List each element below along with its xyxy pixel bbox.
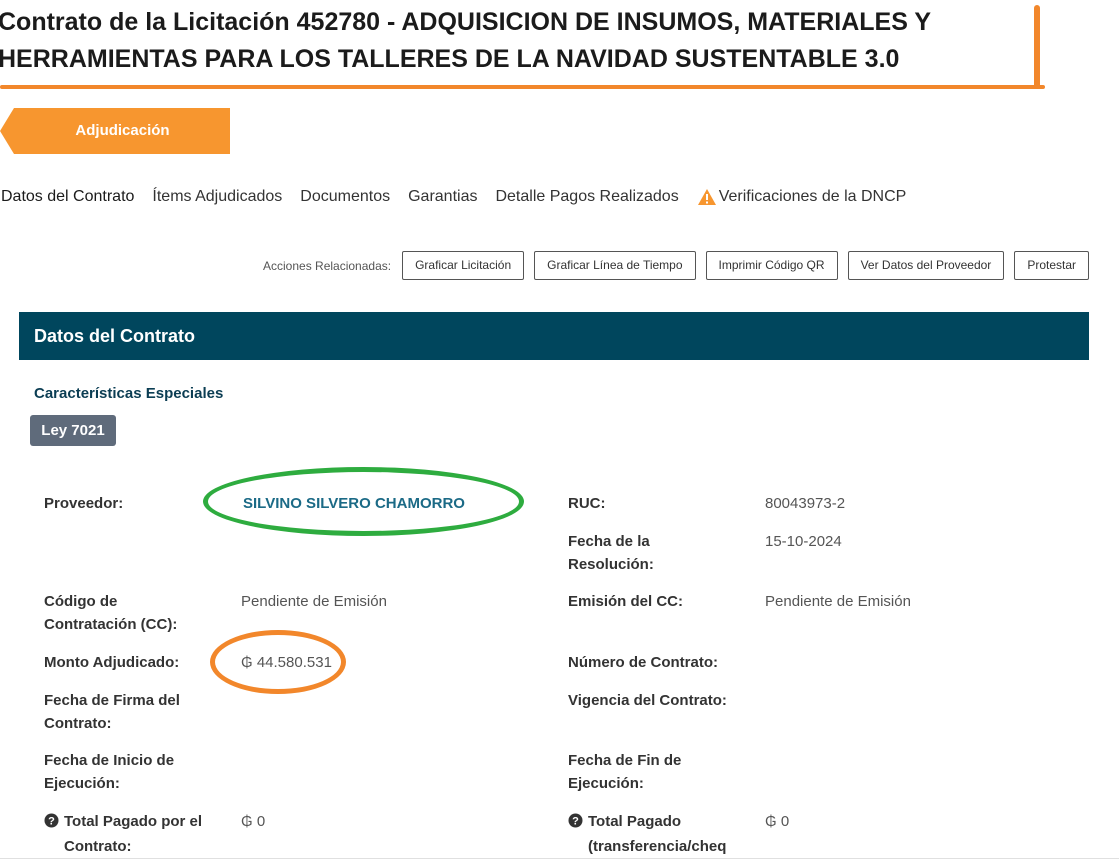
proveedor-label: Proveedor:	[44, 495, 124, 512]
monto-label: Monto Adjudicado:	[44, 654, 180, 671]
section-header: Datos del Contrato	[19, 312, 1089, 360]
fecha-resolucion-value: 15-10-2024	[765, 533, 842, 550]
fecha-fin-label: Fecha de Fin de Ejecución:	[568, 752, 682, 792]
tab-verificaciones-dncp[interactable]: Verificaciones de la DNCP	[697, 188, 907, 206]
svg-text:?: ?	[48, 816, 55, 828]
related-actions: Acciones Relacionadas: Graficar Licitaci…	[263, 251, 1089, 280]
tab-datos-contrato[interactable]: Datos del Contrato	[1, 188, 134, 206]
annotation-circle-green	[203, 467, 524, 536]
total-transferencia-label: ? Total Pagado (transferencia/cheq	[568, 810, 726, 858]
related-actions-label: Acciones Relacionadas:	[263, 258, 392, 273]
page-title-line-2: HERRAMIENTAS PARA LOS TALLERES DE LA NAV…	[0, 45, 900, 73]
emision-cc-label: Emisión del CC:	[568, 593, 684, 610]
vigencia-label: Vigencia del Contrato:	[568, 692, 727, 709]
bottom-divider	[0, 858, 1119, 859]
stage-tab-label: Adjudicación	[75, 122, 170, 139]
graficar-licitacion-button[interactable]: Graficar Licitación	[402, 251, 525, 280]
graficar-linea-tiempo-button[interactable]: Graficar Línea de Tiempo	[534, 251, 696, 280]
numero-contrato-label: Número de Contrato:	[568, 654, 718, 671]
tab-garantias[interactable]: Garantias	[408, 188, 477, 206]
annotation-bracket	[1034, 5, 1040, 89]
special-characteristics-label: Características Especiales	[34, 385, 224, 402]
codigo-cc-value: Pendiente de Emisión	[241, 593, 387, 610]
ver-datos-proveedor-button[interactable]: Ver Datos del Proveedor	[847, 251, 1005, 280]
total-transferencia-value: ₲ 0	[765, 813, 790, 830]
codigo-cc-label: Código de Contratación (CC):	[44, 593, 178, 633]
total-contrato-value: ₲ 0	[241, 813, 266, 830]
annotation-underline	[0, 85, 1045, 89]
contract-tabs: Datos del Contrato Ítems Adjudicados Doc…	[1, 184, 924, 210]
fecha-inicio-label: Fecha de Inicio de Ejecución:	[44, 752, 175, 792]
stage-tab-adjudicacion[interactable]: Adjudicación	[0, 108, 230, 154]
page-title: Contrato de la Licitación 452780 - ADQUI…	[0, 4, 1038, 78]
ruc-label: RUC:	[568, 495, 606, 512]
tab-detalle-pagos[interactable]: Detalle Pagos Realizados	[495, 188, 678, 206]
annotation-circle-orange	[210, 630, 346, 694]
protestar-button[interactable]: Protestar	[1014, 251, 1089, 280]
tab-items-adjudicados[interactable]: Ítems Adjudicados	[152, 188, 282, 206]
imprimir-codigo-qr-button[interactable]: Imprimir Código QR	[705, 251, 838, 280]
svg-text:?: ?	[572, 816, 579, 828]
page-title-line-1: Contrato de la Licitación 452780 - ADQUI…	[0, 8, 932, 36]
ruc-value: 80043973-2	[765, 495, 846, 512]
tab-verificaciones-label: Verificaciones de la DNCP	[718, 188, 907, 205]
fecha-resolucion-label: Fecha de la Resolución:	[568, 533, 654, 573]
tab-documentos[interactable]: Documentos	[300, 188, 390, 206]
help-icon[interactable]: ?	[568, 812, 583, 835]
fecha-firma-label: Fecha de Firma del Contrato:	[44, 692, 180, 732]
ley-badge: Ley 7021	[30, 415, 116, 446]
emision-cc-value: Pendiente de Emisión	[765, 593, 911, 610]
warning-icon	[697, 189, 716, 205]
help-icon[interactable]: ?	[44, 812, 59, 835]
total-contrato-label: ? Total Pagado por el Contrato:	[44, 810, 202, 858]
